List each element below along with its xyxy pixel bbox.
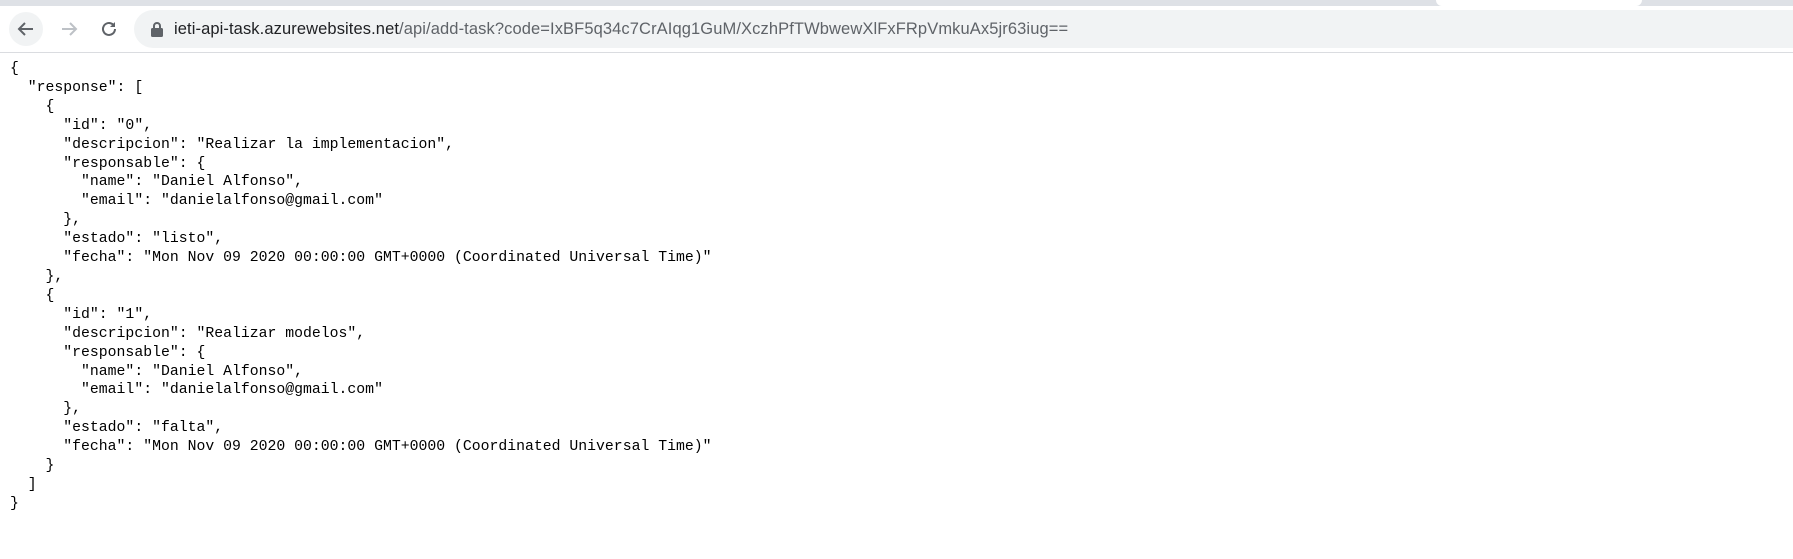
json-line: } — [10, 458, 55, 475]
json-line: "id": "0", — [10, 117, 153, 134]
url-host: ieti-api-task.azurewebsites.net — [174, 19, 400, 38]
lock-icon[interactable] — [150, 21, 164, 37]
reload-icon — [102, 21, 116, 36]
json-line: "fecha": "Mon Nov 09 2020 00:00:00 GMT+0… — [10, 439, 712, 456]
forward-button[interactable] — [52, 12, 86, 46]
forward-arrow-icon — [62, 22, 78, 36]
json-line: "response": [ — [10, 79, 144, 96]
json-line: "descripcion": "Realizar modelos", — [10, 325, 366, 342]
json-line: "email": "danielalfonso@gmail.com" — [10, 382, 383, 399]
json-line: }, — [10, 401, 82, 418]
json-line: { — [10, 287, 55, 304]
json-line: ] — [10, 476, 37, 493]
back-arrow-icon — [17, 22, 33, 36]
json-line: "fecha": "Mon Nov 09 2020 00:00:00 GMT+0… — [10, 250, 712, 267]
json-line: { — [10, 98, 55, 115]
json-line: "name": "Daniel Alfonso", — [10, 363, 304, 380]
json-line: }, — [10, 212, 82, 229]
address-bar[interactable]: ieti-api-task.azurewebsites.net/api/add-… — [134, 10, 1793, 48]
json-line: { — [10, 61, 19, 77]
json-line: "email": "danielalfonso@gmail.com" — [10, 193, 383, 210]
url-path: /api/add-task?code=IxBF5q34c7CrAIqg1GuM/… — [399, 19, 1069, 38]
json-line: "id": "1", — [10, 306, 153, 323]
json-line: } — [10, 495, 19, 512]
back-button[interactable] — [9, 12, 43, 46]
json-line: "responsable": { — [10, 155, 206, 172]
json-line: "estado": "falta", — [10, 420, 224, 437]
json-line: "descripcion": "Realizar la implementaci… — [10, 136, 454, 153]
json-line: "responsable": { — [10, 344, 206, 361]
json-line: }, — [10, 268, 64, 285]
reload-button[interactable] — [92, 12, 126, 46]
json-line: "estado": "listo", — [10, 231, 224, 248]
url-text[interactable]: ieti-api-task.azurewebsites.net/api/add-… — [174, 20, 1068, 39]
json-line: "name": "Daniel Alfonso", — [10, 174, 304, 191]
json-response-body: { "response": [ { "id": "0", "descripcio… — [10, 60, 712, 514]
browser-toolbar: ieti-api-task.azurewebsites.net/api/add-… — [0, 6, 1793, 53]
